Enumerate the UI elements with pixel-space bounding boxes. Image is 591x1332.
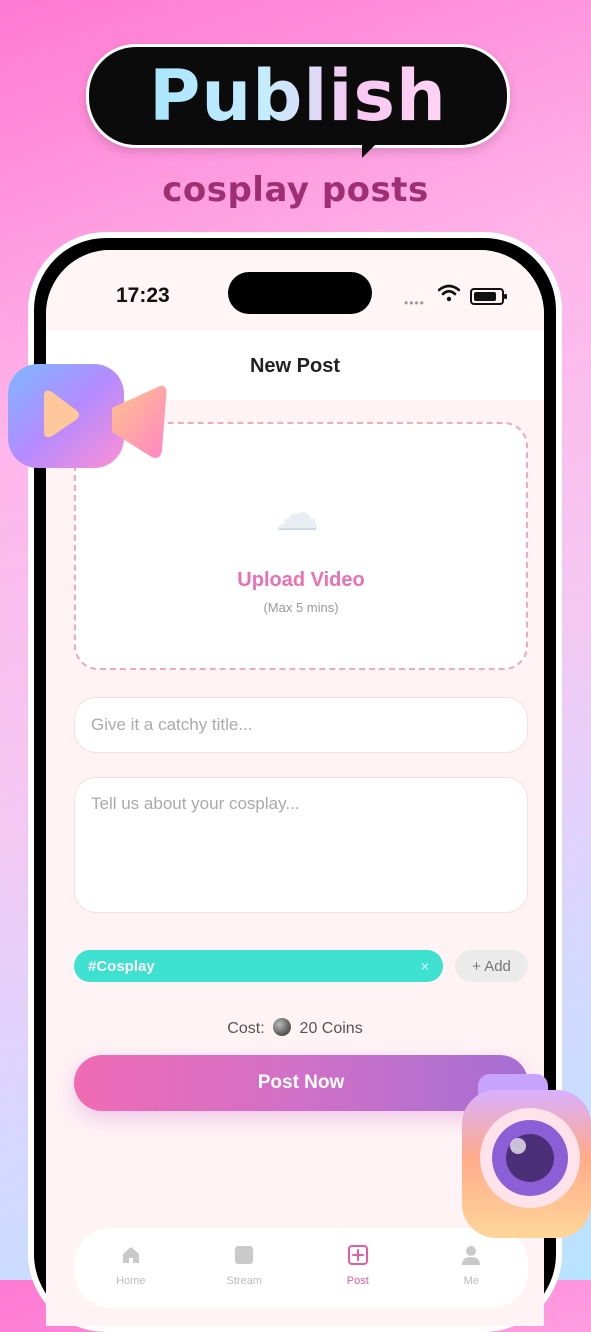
user-icon	[462, 1246, 481, 1265]
cost-row: Cost: 20 Coins	[46, 1018, 544, 1038]
wifi-icon	[438, 284, 460, 302]
hero-bubble-tail	[362, 124, 396, 158]
dynamic-island	[228, 272, 372, 314]
upload-video-label: Upload Video	[237, 569, 365, 591]
tab-post[interactable]: Post	[301, 1228, 415, 1308]
tab-label-post: Post	[346, 1275, 369, 1287]
add-tag-button[interactable]: + Add	[455, 950, 528, 982]
hero-banner: Publish	[86, 44, 510, 148]
hero-title: Publish	[149, 55, 447, 137]
cost-amount: 20 Coins	[299, 1020, 363, 1037]
home-icon	[122, 1247, 139, 1263]
photo-camera-icon	[462, 1074, 591, 1238]
page-title: New Post	[249, 355, 341, 377]
hero-subtitle: cosplay posts	[162, 170, 429, 210]
tab-label-stream: Stream	[226, 1275, 262, 1287]
title-input[interactable]	[74, 697, 528, 753]
cloud-icon: ☁	[275, 489, 319, 538]
tab-home[interactable]: Home	[74, 1228, 188, 1308]
tag-remove-icon[interactable]: ×	[421, 958, 429, 974]
upload-duration-hint: (Max 5 mins)	[263, 600, 339, 615]
tab-me[interactable]: Me	[415, 1228, 529, 1308]
coin-icon	[273, 1018, 292, 1036]
plus-square-icon	[347, 1245, 368, 1265]
tag-chip-cosplay[interactable]: #Cosplay ×	[74, 950, 443, 982]
stream-icon	[235, 1246, 254, 1264]
status-bar: 17:23 ••••	[46, 250, 544, 330]
tab-label-home: Home	[116, 1275, 146, 1287]
tag-label: #Cosplay	[88, 957, 155, 975]
tab-stream[interactable]: Stream	[188, 1228, 302, 1308]
status-time: 17:23	[116, 284, 170, 307]
tab-label-me: Me	[463, 1275, 479, 1287]
cost-label: Cost:	[227, 1020, 265, 1037]
tab-bar: Home Stream Post Me	[74, 1228, 528, 1308]
battery-icon	[470, 288, 507, 305]
description-input[interactable]	[74, 777, 528, 913]
video-camera-icon	[8, 364, 167, 468]
signal-icon: ••••	[404, 296, 425, 310]
